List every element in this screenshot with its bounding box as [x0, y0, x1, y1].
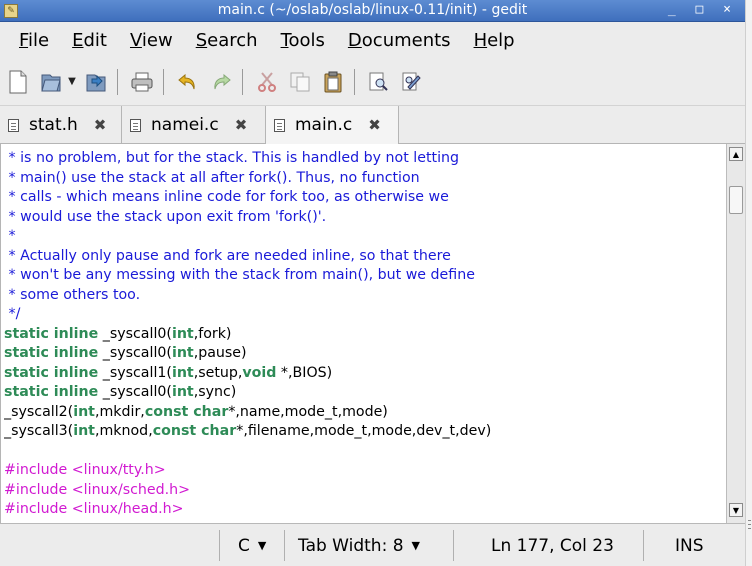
toolbar: ▼	[0, 58, 745, 106]
code-line[interactable]: static inline _syscall1(int,setup,void *…	[4, 364, 724, 384]
cut-icon[interactable]	[252, 67, 282, 97]
code-line[interactable]: * Actually only pause and fork are neede…	[4, 247, 724, 267]
chevron-down-icon: ▼	[411, 539, 420, 552]
window-controls[interactable]: _ □ ×	[668, 2, 737, 17]
status-bar: C ▼ Tab Width: 8 ▼ Ln 177, Col 23 INS	[0, 523, 745, 566]
tab-label: namei.c	[151, 115, 219, 135]
print-icon[interactable]	[127, 67, 157, 97]
tab-main-c[interactable]: main.c ✖	[265, 106, 399, 144]
code-line[interactable]: _syscall2(int,mkdir,const char*,name,mod…	[4, 403, 724, 423]
scrollbar-thumb[interactable]	[729, 186, 743, 214]
language-label: C	[238, 535, 250, 556]
paste-icon[interactable]	[318, 67, 348, 97]
code-line[interactable]: * won't be any messing with the stack fr…	[4, 266, 724, 286]
document-icon	[274, 118, 285, 132]
code-view[interactable]: * is no problem, but for the stack. This…	[4, 149, 724, 520]
tab-close-icon[interactable]: ✖	[235, 116, 248, 134]
code-line[interactable]: static inline _syscall0(int,pause)	[4, 344, 724, 364]
tab-close-icon[interactable]: ✖	[94, 116, 107, 134]
code-line[interactable]: * calls - which means inline code for fo…	[4, 188, 724, 208]
text-editor[interactable]: * is no problem, but for the stack. This…	[0, 144, 745, 523]
code-line[interactable]	[4, 442, 724, 462]
menu-tools[interactable]: Tools	[281, 30, 325, 51]
code-line[interactable]: *	[4, 227, 724, 247]
tab-label: main.c	[295, 115, 353, 135]
code-line[interactable]: */	[4, 305, 724, 325]
document-tabs: stat.h ✖ namei.c ✖ main.c ✖	[0, 106, 745, 144]
menu-help[interactable]: Help	[474, 30, 515, 51]
menu-search[interactable]: Search	[196, 30, 258, 51]
open-icon[interactable]	[36, 67, 66, 97]
code-line[interactable]: #include <linux/sched.h>	[4, 481, 724, 501]
code-line[interactable]: * some others too.	[4, 286, 724, 306]
cursor-position: Ln 177, Col 23	[491, 535, 614, 556]
window-title: main.c (~/oslab/oslab/linux-0.11/init) -…	[217, 2, 528, 18]
vertical-scrollbar[interactable]: ▲ ▼	[726, 144, 745, 523]
code-line[interactable]: static inline _syscall0(int,sync)	[4, 383, 724, 403]
code-line[interactable]: * main() use the stack at all after fork…	[4, 169, 724, 189]
title-bar: ✎ main.c (~/oslab/oslab/linux-0.11/init)…	[0, 0, 745, 22]
undo-icon[interactable]	[173, 67, 203, 97]
find-icon[interactable]	[364, 67, 394, 97]
document-icon	[8, 118, 19, 132]
menu-view[interactable]: View	[130, 30, 173, 51]
language-selector[interactable]: C ▼	[238, 524, 266, 566]
code-line[interactable]: * is no problem, but for the stack. This…	[4, 149, 724, 169]
desktop-edge	[745, 0, 752, 566]
document-icon	[130, 118, 141, 132]
insert-mode: INS	[675, 535, 704, 556]
tab-namei-c[interactable]: namei.c ✖	[122, 106, 266, 144]
tab-stat-h[interactable]: stat.h ✖	[0, 106, 122, 144]
redo-icon[interactable]	[206, 67, 236, 97]
copy-icon[interactable]	[285, 67, 315, 97]
menu-bar: File Edit View Search Tools Documents Help	[0, 22, 745, 58]
tab-close-icon[interactable]: ✖	[368, 116, 381, 134]
code-line[interactable]: static inline _syscall0(int,fork)	[4, 325, 724, 345]
menu-edit[interactable]: Edit	[72, 30, 107, 51]
code-line[interactable]: #include <linux/tty.h>	[4, 461, 724, 481]
scroll-down-icon[interactable]: ▼	[729, 503, 743, 517]
menu-file[interactable]: File	[19, 30, 49, 51]
find-replace-icon[interactable]	[397, 67, 427, 97]
save-icon[interactable]	[81, 67, 111, 97]
tab-width-label: Tab Width: 8	[298, 535, 404, 556]
scroll-up-icon[interactable]: ▲	[729, 147, 743, 161]
chevron-down-icon: ▼	[257, 539, 267, 552]
tab-label: stat.h	[29, 115, 78, 135]
code-line[interactable]: #include <linux/head.h>	[4, 500, 724, 520]
new-document-icon[interactable]	[3, 67, 33, 97]
code-line[interactable]: * would use the stack upon exit from 'fo…	[4, 208, 724, 228]
tab-width-selector[interactable]: Tab Width: 8 ▼	[298, 524, 420, 566]
open-dropdown-icon[interactable]: ▼	[66, 67, 78, 97]
menu-documents[interactable]: Documents	[348, 30, 451, 51]
code-line[interactable]: _syscall3(int,mknod,const char*,filename…	[4, 422, 724, 442]
